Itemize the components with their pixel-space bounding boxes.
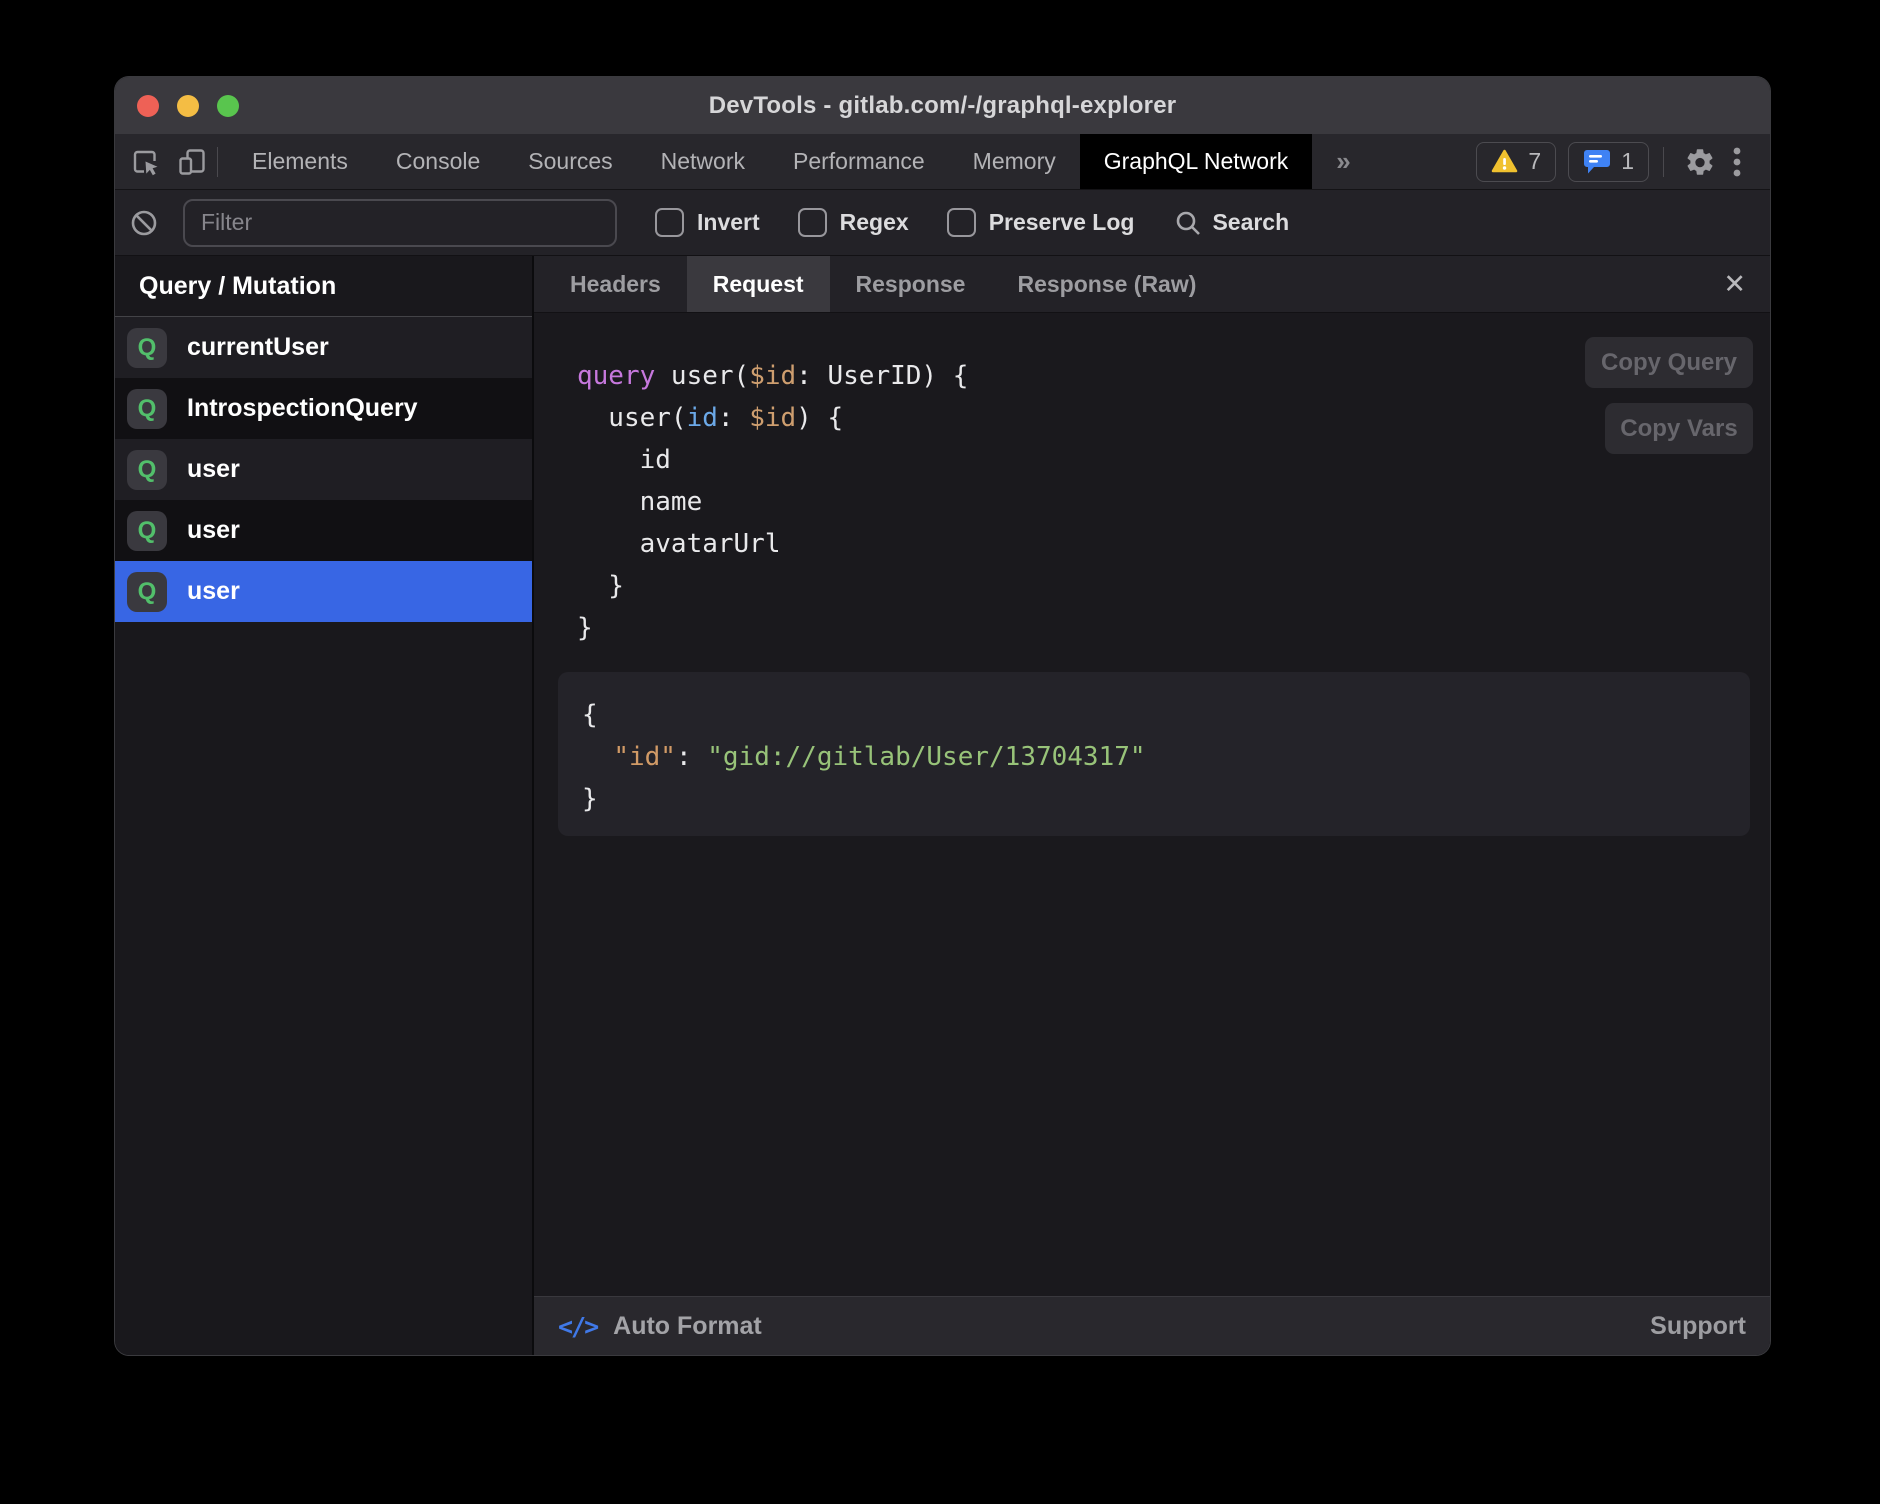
search-label: Search [1212, 209, 1289, 236]
regex-checkbox-group: Regex [798, 208, 909, 237]
request-footer: </> Auto Format Support [534, 1296, 1770, 1355]
query-item-currentUser[interactable]: Q currentUser [115, 317, 532, 378]
tab-headers[interactable]: Headers [544, 256, 687, 312]
query-item-label: user [187, 577, 240, 606]
devtools-window: DevTools - gitlab.com/-/graphql-explorer… [115, 77, 1770, 1355]
warnings-badge[interactable]: 7 [1476, 142, 1556, 182]
code-brackets-icon: </> [558, 1312, 597, 1341]
devtools-tabs: Elements Console Sources Network Perform… [228, 134, 1375, 189]
query-item-user-2[interactable]: Q user [115, 500, 532, 561]
query-type-badge: Q [127, 450, 167, 490]
warning-icon [1491, 149, 1518, 174]
issues-badge[interactable]: 1 [1568, 142, 1649, 182]
tab-response-raw[interactable]: Response (Raw) [991, 256, 1222, 312]
regex-label: Regex [840, 209, 909, 236]
copy-vars-button[interactable]: Copy Vars [1605, 403, 1753, 454]
minimize-window-button[interactable] [177, 95, 199, 117]
tab-memory[interactable]: Memory [949, 134, 1080, 189]
query-item-label: currentUser [187, 333, 329, 362]
tab-graphql-network[interactable]: GraphQL Network [1080, 134, 1313, 189]
tab-request[interactable]: Request [687, 256, 830, 312]
query-variables-json: { "id": "gid://gitlab/User/13704317"} [582, 694, 1146, 820]
query-item-label: user [187, 455, 240, 484]
query-item-introspectionquery[interactable]: Q IntrospectionQuery [115, 378, 532, 439]
more-tabs-chevron-icon[interactable]: » [1312, 134, 1374, 189]
request-detail-tabs: Headers Request Response Response (Raw) … [534, 256, 1770, 313]
toolbar-separator [217, 147, 218, 177]
query-type-badge: Q [127, 328, 167, 368]
auto-format-button[interactable]: Auto Format [613, 1312, 762, 1341]
search-control[interactable]: Search [1174, 209, 1289, 237]
tab-elements[interactable]: Elements [228, 134, 372, 189]
zoom-window-button[interactable] [217, 95, 239, 117]
search-icon [1174, 209, 1202, 237]
close-window-button[interactable] [137, 95, 159, 117]
query-list-header: Query / Mutation [115, 256, 532, 317]
tab-sources[interactable]: Sources [504, 134, 636, 189]
window-title: DevTools - gitlab.com/-/graphql-explorer [709, 92, 1177, 120]
invert-label: Invert [697, 209, 760, 236]
query-item-label: IntrospectionQuery [187, 394, 418, 423]
preserve-log-label: Preserve Log [989, 209, 1135, 236]
filter-bar: Invert Regex Preserve Log Search [115, 190, 1770, 256]
filter-input[interactable] [183, 199, 617, 247]
close-panel-icon[interactable]: ✕ [1699, 256, 1770, 312]
query-item-user-3-selected[interactable]: Q user [115, 561, 532, 622]
copy-query-button[interactable]: Copy Query [1585, 337, 1753, 388]
device-toolbar-icon[interactable] [177, 140, 207, 184]
query-item-label: user [187, 516, 240, 545]
query-list: Q currentUser Q IntrospectionQuery Q use… [115, 317, 532, 622]
support-link[interactable]: Support [1650, 1312, 1746, 1341]
issues-count: 1 [1621, 148, 1634, 175]
toolbar-separator [1663, 147, 1664, 177]
tab-console[interactable]: Console [372, 134, 504, 189]
query-type-badge: Q [127, 572, 167, 612]
query-item-user-1[interactable]: Q user [115, 439, 532, 500]
message-bubble-icon [1583, 149, 1611, 175]
tab-performance[interactable]: Performance [769, 134, 949, 189]
query-type-badge: Q [127, 511, 167, 551]
query-variables-box: { "id": "gid://gitlab/User/13704317"} [558, 672, 1750, 836]
more-options-dots-icon[interactable] [1722, 140, 1752, 184]
request-content: query user($id: UserID) { user(id: $id) … [534, 313, 1770, 1296]
inspect-element-icon[interactable] [131, 140, 161, 184]
query-list-panel: Query / Mutation Q currentUser Q Introsp… [115, 256, 534, 1355]
tab-network[interactable]: Network [637, 134, 769, 189]
preserve-log-checkbox[interactable] [947, 208, 976, 237]
invert-checkbox[interactable] [655, 208, 684, 237]
traffic-lights [137, 77, 239, 134]
graphql-query-code: query user($id: UserID) { user(id: $id) … [577, 355, 968, 649]
tab-response[interactable]: Response [830, 256, 992, 312]
query-type-badge: Q [127, 389, 167, 429]
preserve-log-checkbox-group: Preserve Log [947, 208, 1135, 237]
title-bar: DevTools - gitlab.com/-/graphql-explorer [115, 77, 1770, 134]
warning-count: 7 [1528, 148, 1541, 175]
regex-checkbox[interactable] [798, 208, 827, 237]
clear-block-icon[interactable] [129, 201, 159, 245]
devtools-toolbar: Elements Console Sources Network Perform… [115, 134, 1770, 190]
request-detail-panel: Headers Request Response Response (Raw) … [534, 256, 1770, 1355]
settings-gear-icon[interactable] [1678, 140, 1722, 184]
invert-checkbox-group: Invert [655, 208, 760, 237]
